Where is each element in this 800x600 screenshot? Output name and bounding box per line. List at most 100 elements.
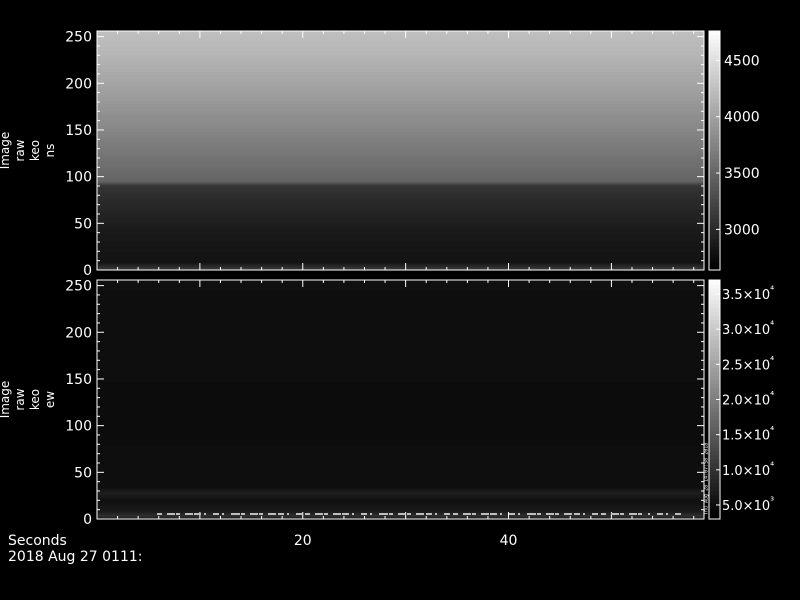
- keogram-streak: [528, 513, 536, 515]
- keogram-streak: [352, 513, 354, 515]
- colorbar-step: [709, 375, 720, 380]
- colorbar-step: [709, 423, 720, 428]
- keogram-image: [97, 31, 704, 271]
- colorbar-step: [709, 443, 720, 448]
- keogram-streak: [315, 513, 323, 515]
- keogram-streak: [435, 513, 437, 515]
- colorbar-step: [709, 262, 720, 267]
- colorbar-step: [709, 194, 720, 199]
- colorbar-tick-label: 4500: [724, 53, 760, 69]
- colorbar-step: [709, 234, 720, 239]
- y-tick-label: 0: [83, 263, 92, 279]
- timestamp-side-label: Thu Aug 28 14:07:58 2018: [704, 443, 710, 515]
- colorbar-step: [709, 483, 720, 488]
- colorbar-step: [709, 70, 720, 76]
- colorbar-step: [709, 214, 720, 219]
- colorbar-tick-label: 5.0×10³: [722, 496, 774, 514]
- keogram-streak: [259, 513, 263, 515]
- colorbar-step: [709, 427, 720, 432]
- colorbar-step: [709, 186, 720, 191]
- colorbar-step: [709, 50, 720, 56]
- colorbar-step: [709, 295, 720, 301]
- colorbar-step: [709, 471, 720, 476]
- y-tick-label: 250: [65, 30, 92, 46]
- colorbar-step: [709, 347, 720, 353]
- colorbar-step: [709, 258, 720, 263]
- colorbar-step: [709, 110, 720, 116]
- colorbar: 3000 3500 4000 4500: [708, 30, 760, 271]
- keogram-streak: [463, 513, 471, 515]
- colorbar-step: [709, 335, 720, 341]
- colorbar-step: [709, 58, 720, 64]
- colorbar-tick-label: 4000: [724, 110, 760, 126]
- colorbar-step: [709, 162, 720, 167]
- colorbar-step: [709, 419, 720, 424]
- colorbar-step: [709, 379, 720, 384]
- colorbar-step: [709, 254, 720, 259]
- colorbar: 5.0×10³ 1.0×10⁴ 1.5×10⁴ 2.0×10⁴ 2.5×10⁴ 3.0×1…: [704, 279, 774, 520]
- colorbar-tick-label: 1.5×10⁴: [722, 426, 774, 444]
- colorbar-step: [709, 351, 720, 357]
- colorbar-step: [709, 323, 720, 329]
- colorbar-step: [709, 387, 720, 392]
- y-tick-label: 250: [65, 279, 92, 295]
- keogram-image: [97, 280, 704, 520]
- keogram-streak: [176, 513, 180, 515]
- colorbar-step: [709, 38, 720, 44]
- y-tick-label: 200: [65, 325, 92, 341]
- keogram-streak: [500, 513, 502, 515]
- colorbar-step: [709, 399, 720, 404]
- keogram-streak: [583, 513, 585, 515]
- colorbar-step: [709, 371, 720, 376]
- date-footer: 2018 Aug 27 0111:: [8, 549, 142, 565]
- colorbar-step: [709, 202, 720, 207]
- colorbar-step: [709, 142, 720, 147]
- y-tick-label: 150: [65, 372, 92, 388]
- colorbar-step: [709, 66, 720, 72]
- colorbar-step: [709, 154, 720, 159]
- colorbar-step: [709, 299, 720, 305]
- colorbar-tick-label: 1.0×10⁴: [722, 461, 774, 479]
- keogram-figure: 0 50 100 150 200 250 Image raw keo ns 3000 3500 4000…: [0, 0, 800, 600]
- colorbar-step: [709, 146, 720, 151]
- colorbar-step: [709, 491, 720, 496]
- keogram-streak: [509, 513, 515, 515]
- keogram-streak: [537, 513, 541, 515]
- keogram-streak: [620, 513, 624, 515]
- colorbar-step: [709, 206, 720, 211]
- colorbar-step: [709, 451, 720, 456]
- keogram-streak: [370, 513, 372, 515]
- colorbar-tick-label: 3.0×10⁴: [722, 320, 774, 338]
- keogram-streak: [518, 513, 520, 515]
- colorbar-step: [709, 242, 720, 247]
- colorbar-step: [709, 463, 720, 468]
- keogram-streak: [232, 513, 240, 515]
- colorbar-step: [709, 250, 720, 255]
- colorbar-step: [709, 150, 720, 155]
- colorbar-tick-label: 2.0×10⁴: [722, 391, 774, 409]
- colorbar-step: [709, 238, 720, 243]
- y-axis-label: Image: [0, 381, 12, 419]
- colorbar-step: [709, 138, 720, 143]
- y-tick-label: 100: [65, 419, 92, 435]
- y-tick-label: 100: [65, 170, 92, 186]
- keogram-streak: [592, 513, 598, 515]
- colorbar-step: [709, 280, 720, 285]
- keogram-streak: [555, 513, 559, 515]
- y-tick-label: 50: [74, 465, 92, 481]
- colorbar-step: [709, 90, 720, 96]
- keogram-chart: 050100150200250Image raw keo ns300035004000…: [0, 30, 774, 565]
- colorbar-step: [709, 447, 720, 452]
- keogram-streak: [306, 513, 310, 515]
- colorbar-step: [709, 246, 720, 251]
- colorbar-step: [709, 42, 720, 48]
- colorbar-step: [709, 303, 720, 309]
- y-axis-label: keo: [28, 140, 42, 161]
- colorbar-step: [709, 391, 720, 396]
- keogram-panel-ew: 0 50 100 150 200 250 Image raw keo ew 5.0×10³ 1.0×1…: [0, 279, 774, 528]
- colorbar-step: [709, 319, 720, 325]
- colorbar-step: [709, 31, 720, 36]
- keogram-streak: [269, 513, 271, 515]
- colorbar-step: [709, 287, 720, 293]
- colorbar-step: [709, 74, 720, 80]
